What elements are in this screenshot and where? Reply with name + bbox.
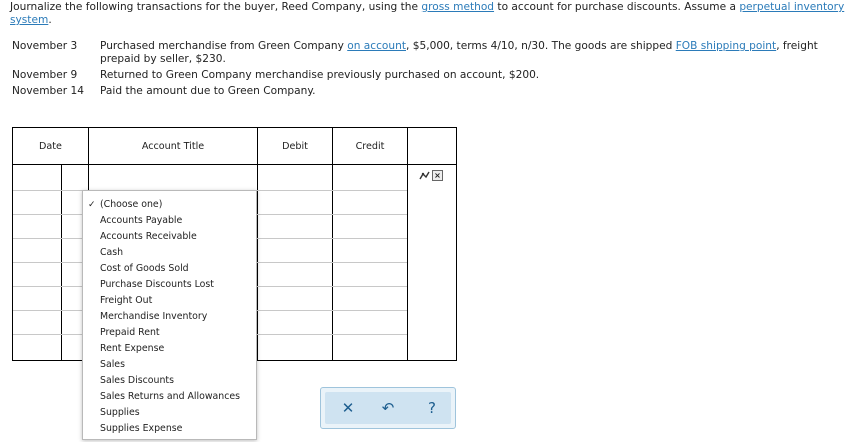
transaction-row: November 3 Purchased merchandise from Gr…: [12, 40, 857, 70]
dropdown-option[interactable]: Sales Returns and Allowances: [83, 389, 256, 405]
toolbar-inner: ✕ ↶ ?: [325, 392, 451, 424]
row-actions: ×: [419, 170, 443, 181]
transaction-date: November 14: [12, 85, 84, 97]
transaction-date: November 3: [12, 40, 78, 52]
dropdown-option[interactable]: Sales Discounts: [83, 373, 256, 389]
column-divider: [332, 128, 333, 360]
header-divider: [13, 164, 456, 165]
instructions-text-1: Journalize the following transactions fo…: [10, 1, 422, 13]
dropdown-option[interactable]: (Choose one): [83, 197, 256, 213]
dropdown-option[interactable]: Sales: [83, 357, 256, 373]
dropdown-option[interactable]: Freight Out: [83, 293, 256, 309]
close-icon[interactable]: ✕: [333, 392, 363, 424]
dropdown-option[interactable]: Supplies Expense: [83, 421, 256, 437]
account-title-dropdown[interactable]: ✓ (Choose one) Accounts Payable Accounts Re…: [82, 190, 257, 440]
dropdown-option[interactable]: Accounts Payable: [83, 213, 256, 229]
debit-column-header: Debit: [282, 140, 308, 152]
transaction-row: November 9 Returned to Green Company mer…: [12, 69, 857, 83]
dropdown-option[interactable]: Purchase Discounts Lost: [83, 277, 256, 293]
transaction-description: Returned to Green Company merchandise pr…: [100, 69, 540, 81]
date-day-input[interactable]: [63, 166, 87, 188]
credit-column-header: Credit: [355, 140, 385, 152]
instructions: Journalize the following transactions fo…: [10, 1, 850, 27]
fob-shipping-point-link[interactable]: FOB shipping point: [676, 40, 776, 52]
transaction-text: , $5,000, terms 4/10, n/30. The goods ar…: [406, 40, 676, 52]
transaction-date: November 9: [12, 69, 78, 81]
transaction-text: Purchased merchandise from Green Company: [100, 40, 348, 52]
dropdown-option[interactable]: Supplies: [83, 405, 256, 421]
help-icon[interactable]: ?: [417, 392, 447, 424]
dropdown-option[interactable]: Merchandise Inventory: [83, 309, 256, 325]
column-divider: [407, 128, 408, 360]
instructions-text-3: .: [48, 14, 52, 26]
dropdown-option[interactable]: Accounts Receivable: [83, 229, 256, 245]
dropdown-option[interactable]: Prepaid Rent: [83, 325, 256, 341]
account-title-column-header: Account Title: [141, 140, 205, 152]
column-divider: [257, 128, 258, 360]
row-options-icon[interactable]: [419, 170, 430, 181]
on-account-link[interactable]: on account: [347, 40, 406, 52]
dropdown-option[interactable]: Cash: [83, 245, 256, 261]
debit-input[interactable]: [260, 166, 330, 188]
account-title-select[interactable]: [91, 166, 255, 188]
gross-method-link[interactable]: gross method: [421, 1, 494, 13]
date-column-header: Date: [39, 140, 62, 152]
credit-input[interactable]: [335, 166, 405, 188]
transaction-description: Purchased merchandise from Green Company…: [100, 40, 859, 66]
instructions-text-2: to account for purchase discounts. Assum…: [494, 1, 740, 13]
dropdown-option[interactable]: Rent Expense: [83, 341, 256, 357]
date-month-input[interactable]: [15, 166, 59, 188]
transaction-description: Paid the amount due to Green Company.: [100, 85, 316, 97]
dropdown-option[interactable]: Cost of Goods Sold: [83, 261, 256, 277]
undo-icon[interactable]: ↶: [373, 392, 403, 424]
transaction-row: November 14 Paid the amount due to Green…: [12, 85, 857, 99]
action-toolbar: ✕ ↶ ?: [320, 387, 456, 429]
delete-row-icon[interactable]: ×: [432, 170, 443, 181]
